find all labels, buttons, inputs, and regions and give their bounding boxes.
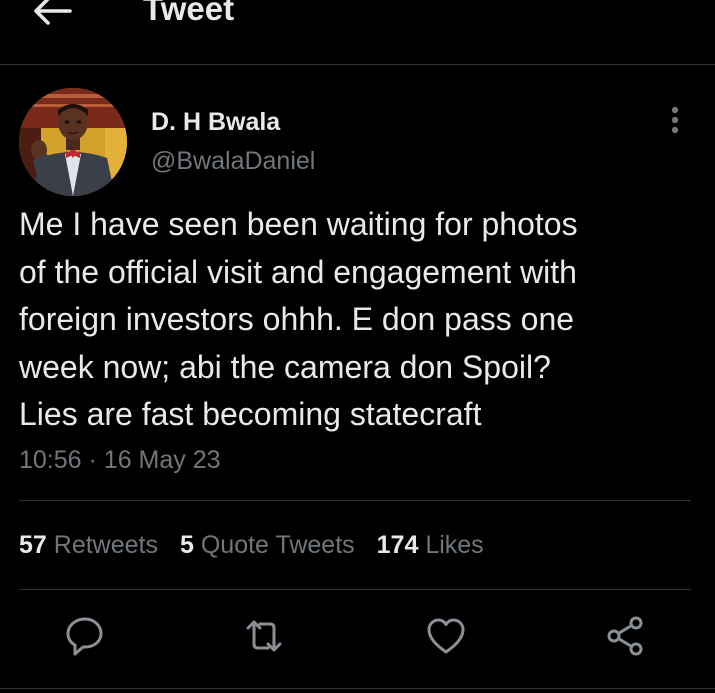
tweet-text-line: foreign investors ohhh. E don pass one <box>19 301 575 337</box>
tweet-time: 10:56 <box>19 446 82 474</box>
timestamp-separator: · <box>88 446 97 474</box>
back-button[interactable] <box>30 0 74 28</box>
share-icon <box>607 616 643 656</box>
tweet-text-line: of the official visit and engagement wit… <box>19 253 577 290</box>
tweet-text: Me I have seen been waiting for photos o… <box>19 201 699 439</box>
retweets-count: 57 <box>19 531 47 559</box>
tweet-text-line: Lies are fast becoming statecraft <box>19 396 482 432</box>
retweets-label: Retweets <box>53 531 158 559</box>
more-vertical-icon <box>671 106 679 134</box>
quote-tweets-count: 5 <box>179 531 194 559</box>
tweet-date: 16 May 23 <box>103 446 221 474</box>
like-icon <box>427 618 465 654</box>
divider <box>0 688 715 689</box>
engagement-stats: 57 Retweets 5 Quote Tweets 174 Likes <box>19 529 484 561</box>
tweet-text-line: week now; abi the camera don Spoil? <box>19 348 551 385</box>
retweets-stat[interactable]: 57 Retweets <box>19 529 158 561</box>
quote-tweets-stat[interactable]: 5 Quote Tweets <box>180 529 355 561</box>
divider <box>19 589 691 590</box>
quote-tweets-label: Quote Tweets <box>200 531 355 559</box>
reply-icon <box>66 617 103 656</box>
page-title: Tweet <box>143 0 235 27</box>
divider <box>19 500 691 501</box>
likes-count: 174 <box>376 531 419 559</box>
reply-button[interactable] <box>63 614 107 658</box>
author-display-name[interactable]: D. H Bwala <box>151 106 280 138</box>
tweet-timestamp[interactable]: 10:56 · 16 May 23 <box>19 444 221 476</box>
retweet-button[interactable] <box>242 614 286 658</box>
more-options-button[interactable] <box>660 104 690 138</box>
top-bar: Tweet <box>0 0 715 65</box>
likes-label: Likes <box>425 531 484 559</box>
retweet-icon <box>246 620 282 652</box>
likes-stat[interactable]: 174 Likes <box>377 529 484 561</box>
share-button[interactable] <box>604 614 648 658</box>
tweet-text-line: Me I have seen been waiting for photos <box>19 206 578 242</box>
author-handle[interactable]: @BwalaDaniel <box>151 145 315 177</box>
arrow-left-icon <box>34 0 72 25</box>
avatar[interactable] <box>19 88 127 196</box>
avatar-photo <box>19 88 127 196</box>
like-button[interactable] <box>424 614 468 658</box>
